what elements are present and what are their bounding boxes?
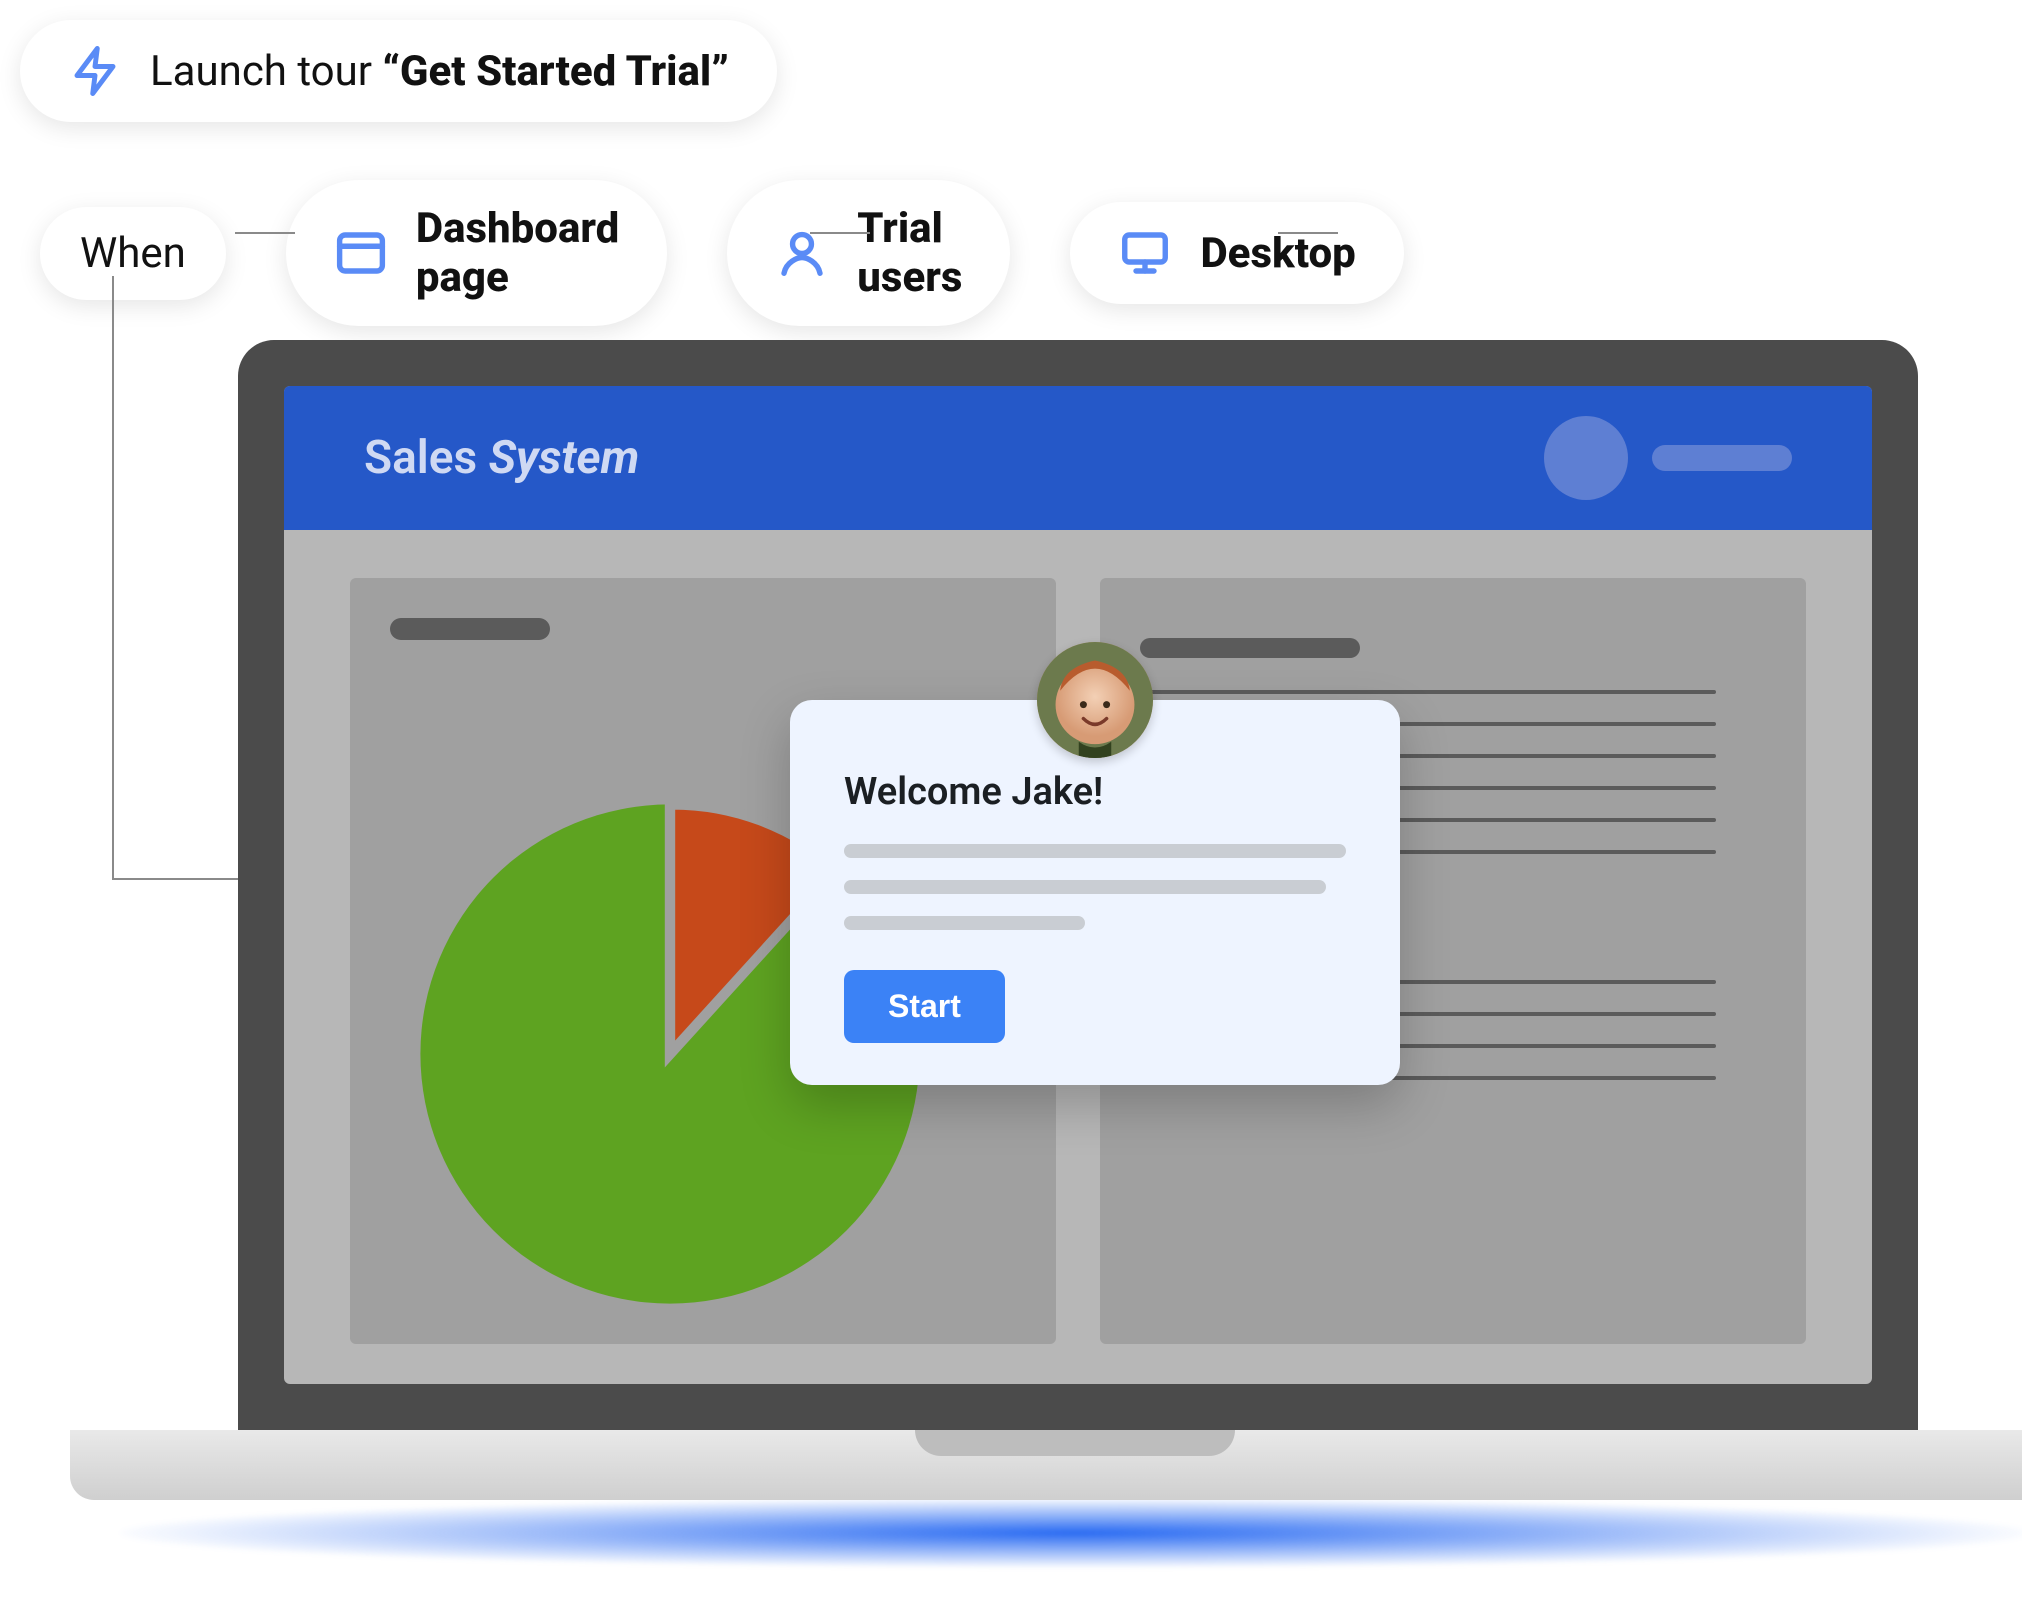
laptop-notch (915, 1430, 1235, 1456)
laptop-base (70, 1430, 2022, 1500)
popup-title: Welcome Jake! (844, 770, 1346, 814)
browser-window-icon (334, 226, 388, 280)
bolt-icon (68, 44, 122, 98)
rule-builder: Launch tour “Get Started Trial” When Das… (20, 20, 777, 122)
connector-line (1278, 232, 1338, 234)
brand-word-2: System (489, 431, 640, 485)
popup-text-placeholder (844, 844, 1346, 858)
condition-device-label: Desktop (1200, 229, 1355, 278)
header-avatar-placeholder[interactable] (1544, 416, 1628, 500)
connector-line (112, 276, 114, 880)
condition-page-label: Dashboard page (416, 204, 619, 302)
welcome-popup: Welcome Jake! Start (790, 700, 1400, 1085)
laptop-shadow (120, 1498, 2022, 1568)
section-title-placeholder (1140, 638, 1360, 658)
start-button[interactable]: Start (844, 970, 1005, 1043)
condition-users-pill[interactable]: Trial users (727, 180, 1010, 326)
condition-page-pill[interactable]: Dashboard page (286, 180, 667, 326)
app-brand: Sales System (364, 431, 639, 485)
launch-tour-label: Launch tour “Get Started Trial” (150, 47, 729, 96)
popup-avatar (1037, 642, 1153, 758)
panel-title-placeholder (390, 618, 550, 640)
popup-text-placeholder (844, 880, 1326, 894)
launch-tour-name: “Get Started Trial” (382, 47, 728, 96)
when-pill[interactable]: When (40, 207, 226, 300)
header-menu-placeholder[interactable] (1652, 445, 1792, 471)
launch-prefix: Launch tour (150, 47, 382, 96)
connector-line (235, 232, 295, 234)
desktop-icon (1118, 226, 1172, 280)
text-line-placeholder (1140, 690, 1716, 694)
brand-word-1: Sales (364, 431, 477, 485)
connector-line (810, 232, 870, 234)
popup-text-placeholder (844, 916, 1085, 930)
app-header: Sales System (284, 386, 1872, 530)
connector-line (112, 878, 240, 880)
when-label: When (80, 229, 186, 278)
launch-tour-pill[interactable]: Launch tour “Get Started Trial” (20, 20, 777, 122)
condition-users-label: Trial users (857, 204, 962, 302)
condition-device-pill[interactable]: Desktop (1070, 202, 1403, 304)
user-icon (775, 226, 829, 280)
